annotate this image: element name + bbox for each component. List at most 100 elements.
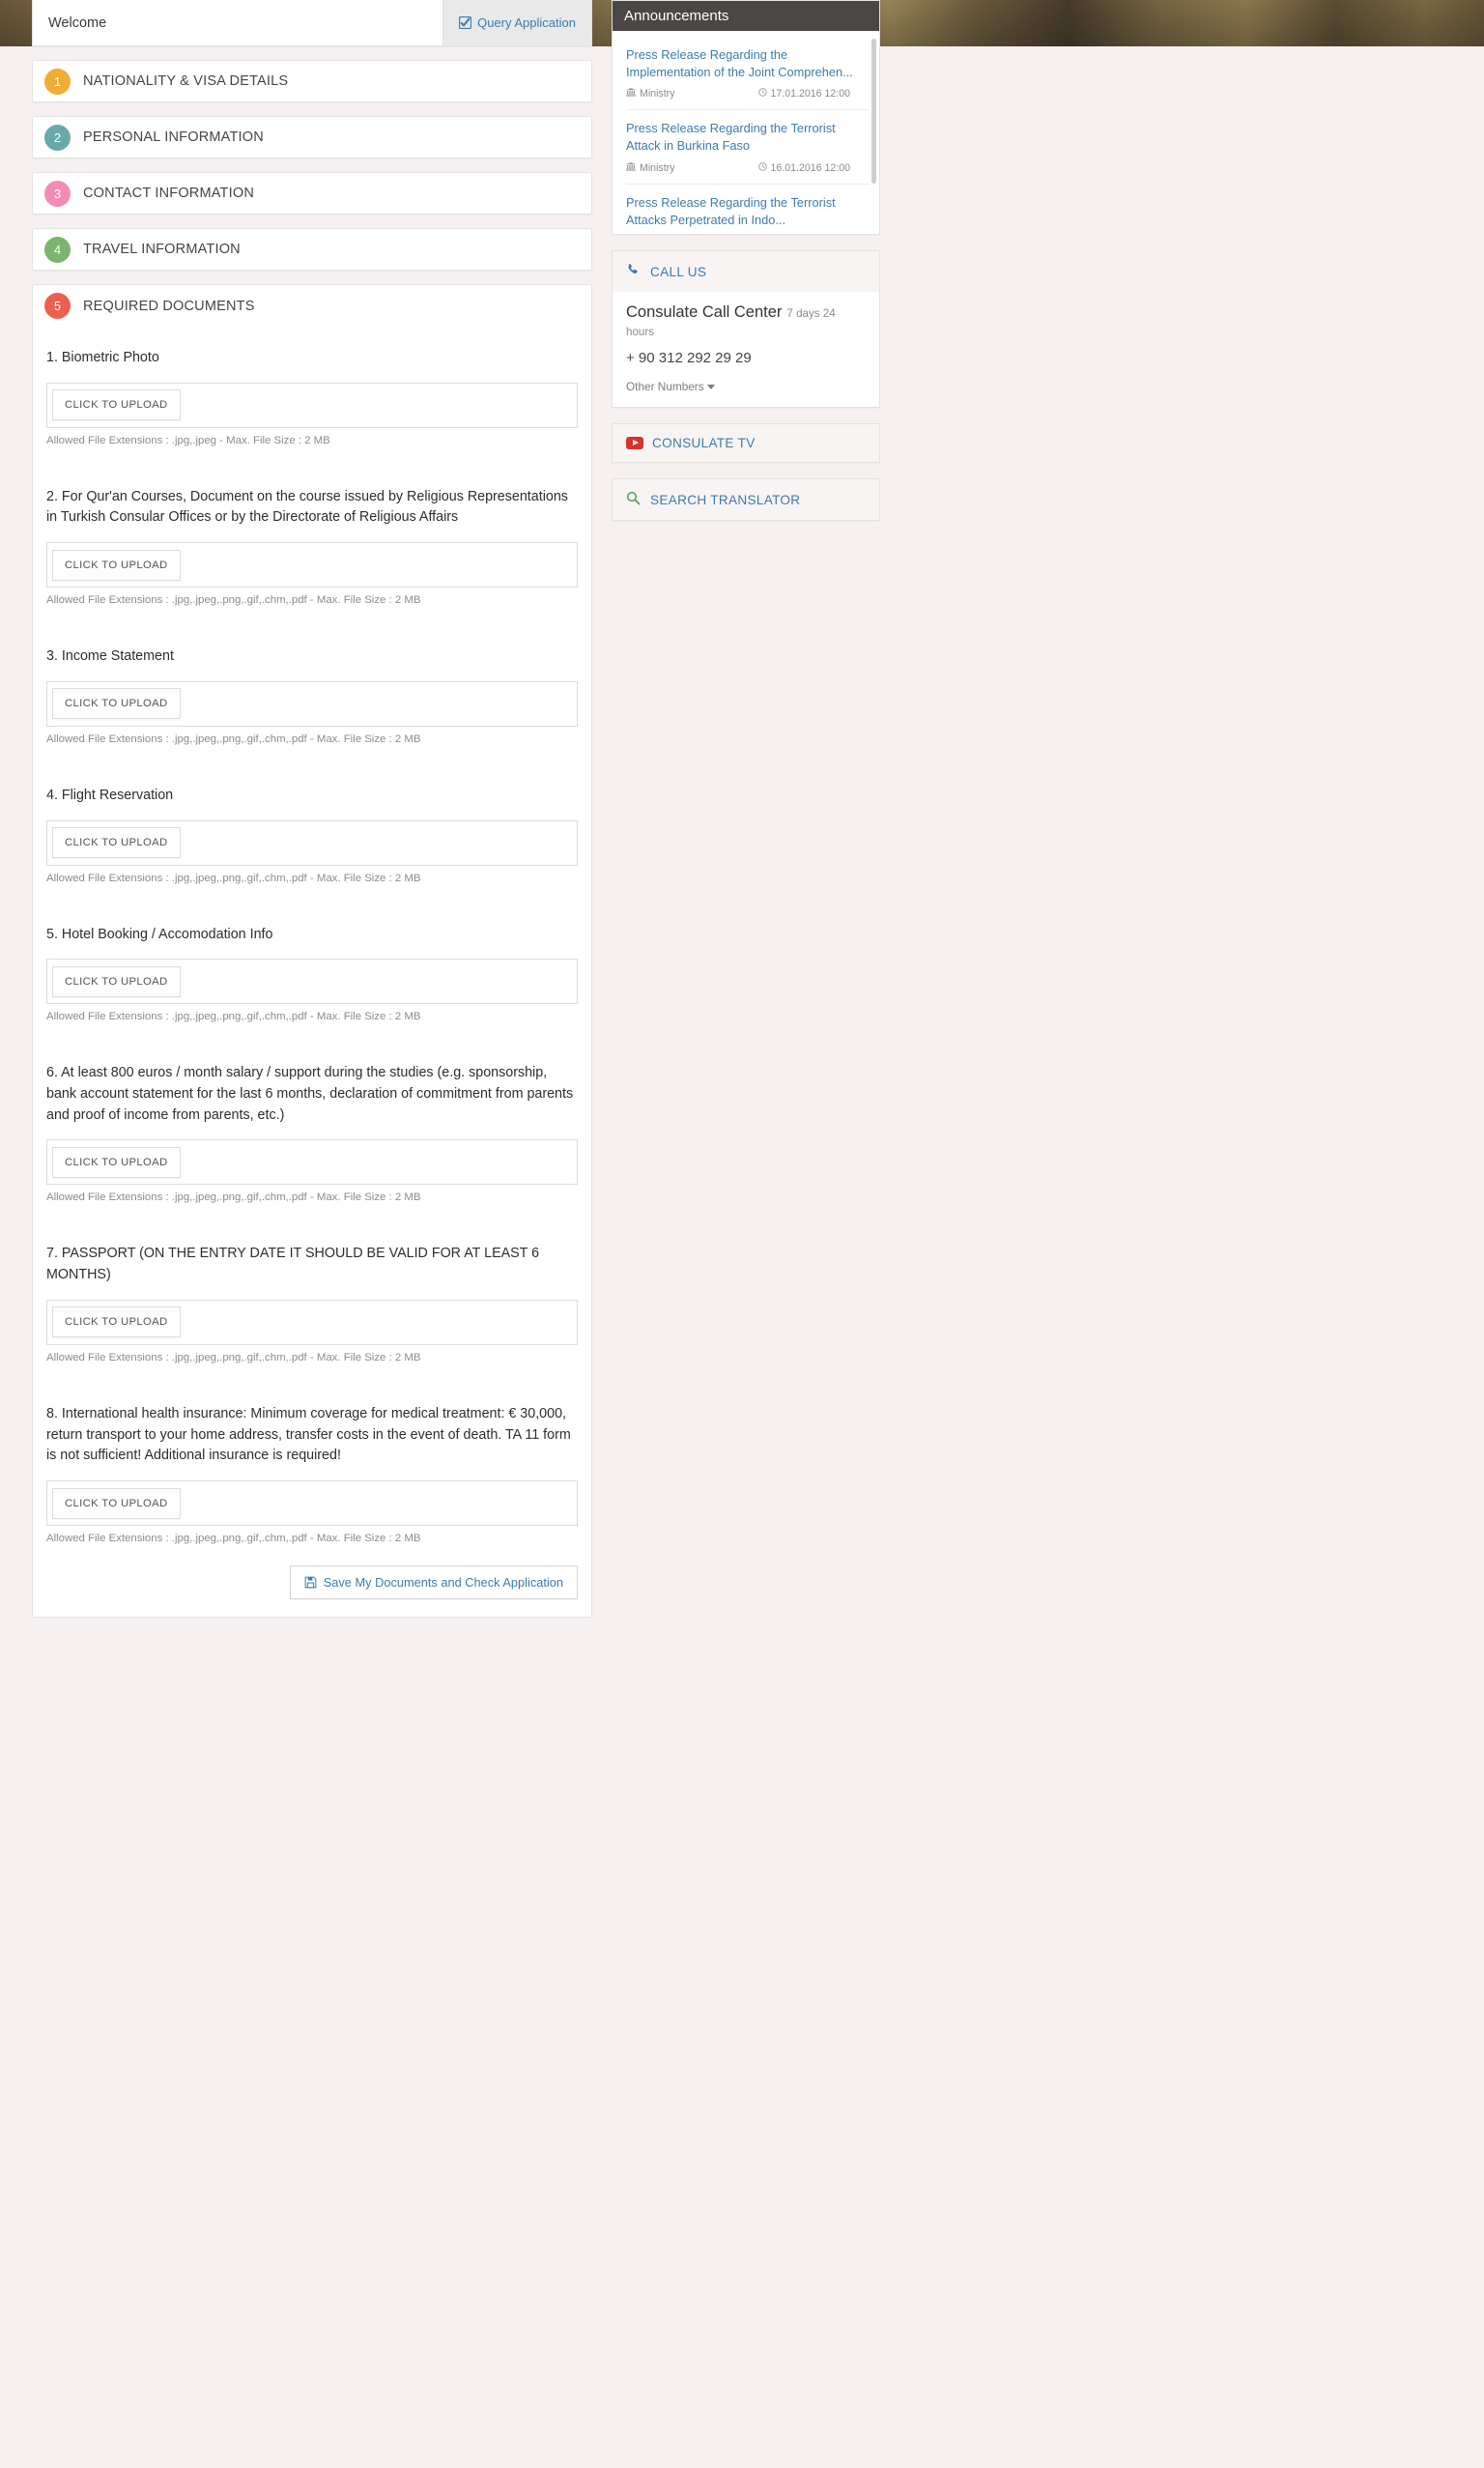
call-center-phone[interactable]: + 90 312 292 29 29	[626, 350, 866, 366]
step-badge-5: 5	[44, 293, 71, 319]
save-disk-icon	[304, 1576, 317, 1589]
step-title-1: NATIONALITY & VISA DETAILS	[83, 73, 289, 89]
announcement-date-label: 16.01.2016 12:00	[770, 161, 850, 174]
search-translator-header[interactable]: SEARCH TRANSLATOR	[613, 479, 879, 520]
click-to-upload-button[interactable]: CLICK TO UPLOAD	[52, 688, 181, 720]
page-root: Welcome Query Application 1 NATIONALITY …	[0, 0, 1484, 1619]
click-to-upload-button[interactable]: CLICK TO UPLOAD	[52, 1146, 181, 1178]
document-label: 2. For Qur'an Courses, Document on the c…	[46, 488, 568, 526]
tab-query-application[interactable]: Query Application	[442, 0, 591, 45]
announcement-item[interactable]: Press Release Regarding the Terrorist At…	[626, 185, 870, 234]
step-title-4: TRAVEL INFORMATION	[83, 242, 241, 257]
announcement-date-label: 17.01.2016 12:00	[770, 88, 850, 100]
chevron-down-icon	[706, 385, 715, 390]
announcement-item[interactable]: Press Release Regarding the Implementati…	[626, 37, 870, 109]
document-dropzone[interactable]: CLICK TO UPLOAD	[46, 819, 578, 866]
document-label: 1. Biometric Photo	[46, 350, 159, 365]
search-translator-label: SEARCH TRANSLATOR	[650, 492, 801, 507]
document-row: 6. At least 800 euros / month salary / s…	[33, 1042, 591, 1205]
save-documents-button[interactable]: Save My Documents and Check Application	[289, 1565, 578, 1600]
document-label: 8. International health insurance: Minim…	[46, 1405, 571, 1464]
other-numbers-toggle[interactable]: Other Numbers	[626, 380, 866, 393]
search-translator-widget[interactable]: SEARCH TRANSLATOR	[612, 478, 880, 521]
click-to-upload-button[interactable]: CLICK TO UPLOAD	[52, 549, 181, 581]
click-to-upload-button[interactable]: CLICK TO UPLOAD	[52, 1487, 181, 1519]
click-to-upload-button[interactable]: CLICK TO UPLOAD	[52, 389, 181, 421]
clock-icon	[757, 161, 767, 174]
save-documents-label: Save My Documents and Check Application	[323, 1575, 563, 1591]
document-label: 6. At least 800 euros / month salary / s…	[46, 1065, 574, 1123]
tab-welcome[interactable]: Welcome	[33, 0, 443, 45]
announcement-source-label: Ministry	[640, 161, 675, 174]
document-row: 1. Biometric Photo CLICK TO UPLOAD Allow…	[33, 327, 591, 448]
accordion-step-required-documents[interactable]: 5 REQUIRED DOCUMENTS	[32, 284, 592, 327]
announcement-source: Ministry	[626, 88, 675, 100]
document-row: 3. Income Statement CLICK TO UPLOAD Allo…	[33, 625, 591, 747]
document-label: 5. Hotel Booking / Accomodation Info	[46, 926, 273, 942]
announcement-source-label: Ministry	[640, 88, 675, 100]
document-hint: Allowed File Extensions : .jpg,.jpeg,.pn…	[46, 732, 421, 745]
call-us-label: CALL US	[650, 264, 707, 279]
announcement-meta: Ministry 16.01.2016 12:00	[626, 161, 856, 174]
click-to-upload-button[interactable]: CLICK TO UPLOAD	[52, 965, 181, 997]
document-row: 4. Flight Reservation CLICK TO UPLOAD Al…	[33, 764, 591, 886]
document-row: 5. Hotel Booking / Accomodation Info CLI…	[33, 904, 591, 1025]
document-hint: Allowed File Extensions : .jpg,.jpeg,.pn…	[46, 1011, 421, 1023]
document-dropzone[interactable]: CLICK TO UPLOAD	[46, 680, 578, 727]
step-badge-4: 4	[44, 236, 71, 263]
accordion-step-nationality-visa-details[interactable]: 1 NATIONALITY & VISA DETAILS	[32, 60, 592, 102]
consulate-tv-header[interactable]: CONSULATE TV	[613, 424, 879, 462]
step-title-2: PERSONAL INFORMATION	[83, 129, 264, 145]
document-dropzone[interactable]: CLICK TO UPLOAD	[46, 1299, 578, 1345]
announcement-date: 16.01.2016 12:00	[757, 161, 850, 174]
document-dropzone[interactable]: CLICK TO UPLOAD	[46, 1139, 578, 1186]
consulate-tv-widget[interactable]: CONSULATE TV	[612, 423, 880, 463]
call-us-header[interactable]: CALL US	[613, 251, 879, 292]
document-dropzone[interactable]: CLICK TO UPLOAD	[46, 382, 578, 428]
other-numbers-label: Other Numbers	[626, 380, 704, 393]
step-badge-3: 3	[44, 180, 71, 207]
call-center-name: Consulate Call Center	[626, 303, 783, 321]
document-label: 3. Income Statement	[46, 648, 174, 665]
announcement-title[interactable]: Press Release Regarding the Terrorist At…	[626, 194, 856, 229]
required-documents-panel: 1. Biometric Photo CLICK TO UPLOAD Allow…	[32, 327, 592, 1619]
announcement-item[interactable]: Press Release Regarding the Terrorist At…	[626, 110, 870, 183]
step-title-3: CONTACT INFORMATION	[83, 186, 254, 201]
accordion-step-travel-information[interactable]: 4 TRAVEL INFORMATION	[32, 228, 592, 271]
document-dropzone[interactable]: CLICK TO UPLOAD	[46, 1480, 578, 1527]
document-dropzone[interactable]: CLICK TO UPLOAD	[46, 959, 578, 1005]
main-column: Welcome Query Application 1 NATIONALITY …	[32, 0, 592, 1619]
checkbox-checked-icon	[459, 16, 472, 29]
consulate-tv-label: CONSULATE TV	[652, 436, 756, 450]
announcement-title[interactable]: Press Release Regarding the Implementati…	[626, 46, 856, 81]
document-hint: Allowed File Extensions : .jpg,.jpeg,.pn…	[46, 594, 421, 607]
announcement-date: 17.01.2016 12:00	[757, 88, 850, 100]
accordion-step-personal-information[interactable]: 2 PERSONAL INFORMATION	[32, 116, 592, 158]
click-to-upload-button[interactable]: CLICK TO UPLOAD	[52, 827, 181, 859]
click-to-upload-button[interactable]: CLICK TO UPLOAD	[52, 1306, 181, 1338]
announcements-scrollbar[interactable]	[871, 39, 876, 184]
step-badge-1: 1	[44, 68, 71, 95]
save-row: Save My Documents and Check Application	[33, 1546, 591, 1600]
document-row: 2. For Qur'an Courses, Document on the c…	[33, 466, 591, 608]
document-hint: Allowed File Extensions : .jpg,.jpeg,.pn…	[46, 1351, 421, 1363]
institution-icon	[626, 161, 636, 174]
step-title-5: REQUIRED DOCUMENTS	[83, 298, 255, 314]
document-dropzone[interactable]: CLICK TO UPLOAD	[46, 542, 578, 588]
call-us-body: Consulate Call Center 7 days 24 hours + 9…	[613, 292, 879, 407]
document-hint: Allowed File Extensions : .jpg,.jpeg,.pn…	[46, 872, 421, 884]
content-row: Welcome Query Application 1 NATIONALITY …	[0, 0, 1484, 1619]
document-label: 7. PASSPORT (ON THE ENTRY DATE IT SHOULD…	[46, 1246, 540, 1283]
announcement-title[interactable]: Press Release Regarding the Terrorist At…	[626, 120, 856, 155]
tab-welcome-label: Welcome	[48, 14, 107, 31]
accordion-step-contact-information[interactable]: 3 CONTACT INFORMATION	[32, 172, 592, 215]
tab-query-application-label: Query Application	[477, 15, 576, 30]
document-hint: Allowed File Extensions : .jpg,.jpeg,.pn…	[46, 1533, 421, 1545]
announcements-header: Announcements	[613, 1, 879, 31]
step-badge-2: 2	[44, 124, 71, 151]
